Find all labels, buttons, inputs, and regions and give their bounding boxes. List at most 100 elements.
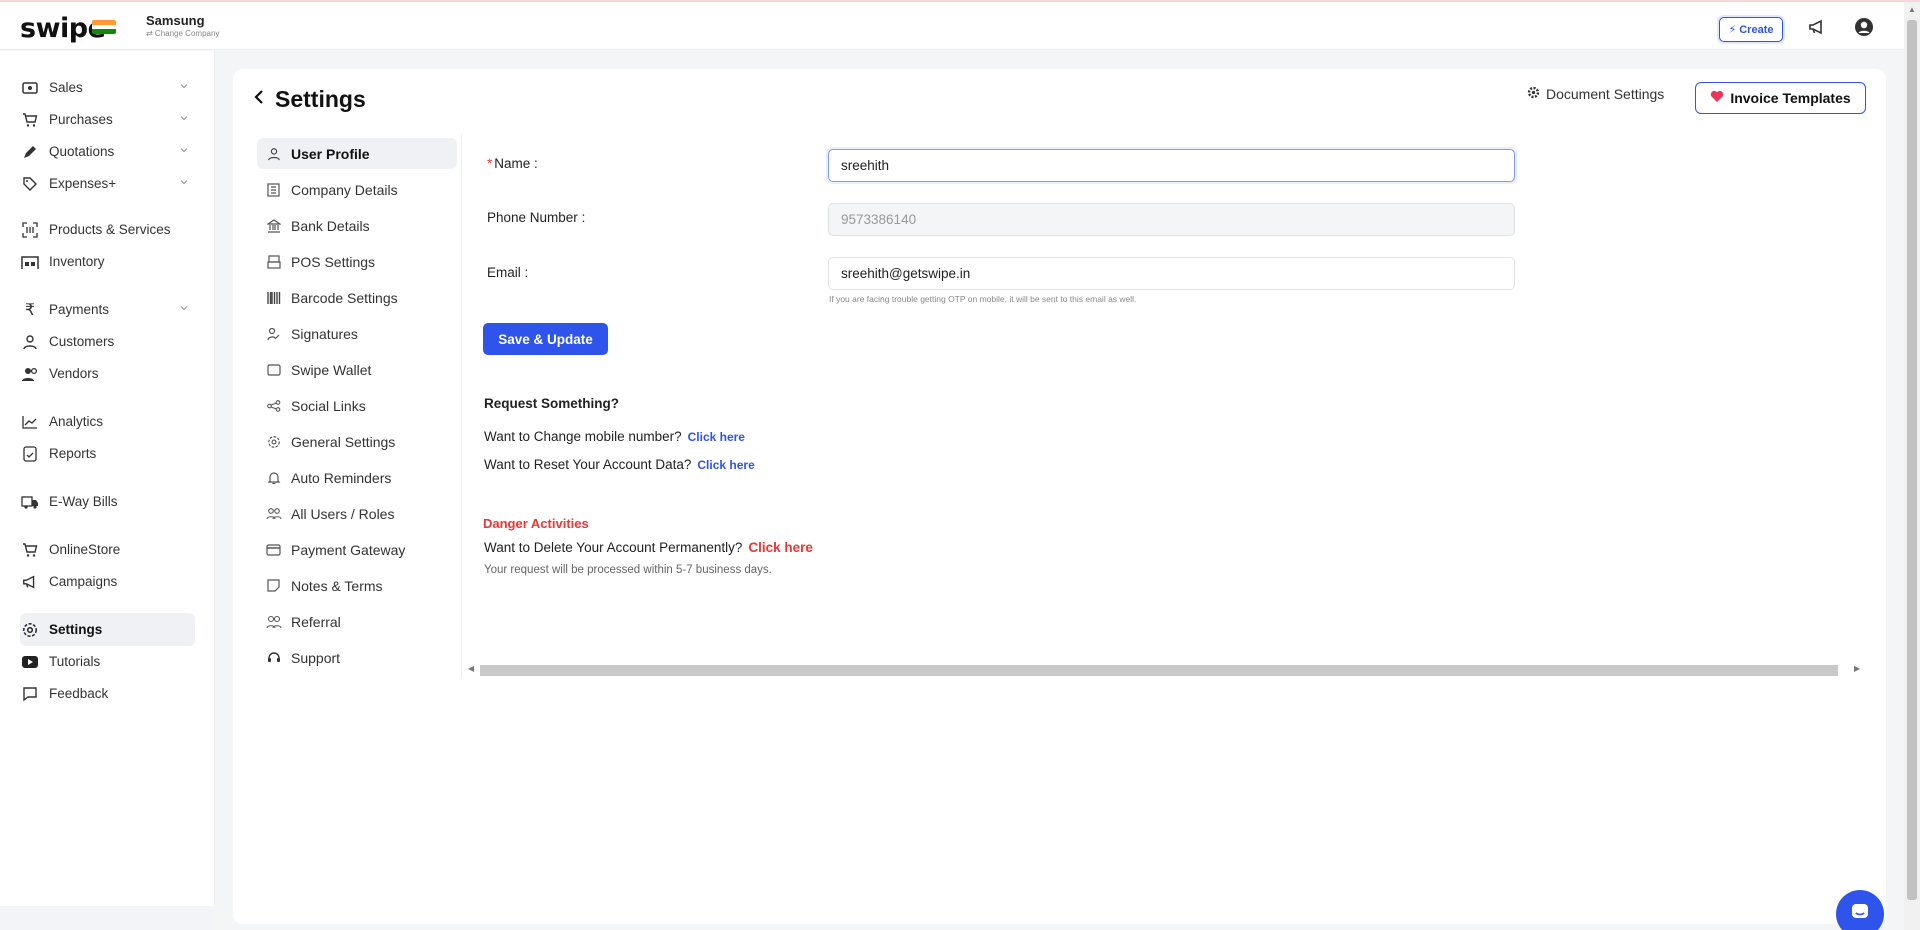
document-settings-link[interactable]: Document Settings — [1527, 86, 1664, 102]
settings-nav-referral[interactable]: Referral — [257, 606, 457, 637]
bell-icon — [265, 469, 282, 486]
settings-nav-company-details[interactable]: Company Details — [257, 174, 457, 205]
chat-support-button[interactable] — [1836, 890, 1884, 930]
scroll-right-icon[interactable]: ▶ — [1854, 664, 1860, 673]
settings-nav-general-settings[interactable]: General Settings — [257, 426, 457, 457]
chevron-down-icon — [179, 111, 189, 126]
sidebar-item-payments[interactable]: ₹ Payments — [20, 293, 195, 326]
sidebar-item-purchases[interactable]: Purchases — [20, 103, 195, 136]
settings-nav-notes-terms[interactable]: Notes & Terms — [257, 570, 457, 601]
tag-icon — [20, 174, 40, 194]
page-title: Settings — [275, 86, 366, 112]
sidebar-item-label: Tutorials — [49, 654, 101, 669]
back-chevron-icon[interactable] — [253, 89, 265, 110]
user-icon — [265, 145, 282, 162]
sidebar-item-sales[interactable]: Sales — [20, 71, 195, 104]
credit-card-icon — [265, 541, 282, 558]
page-header: Settings — [253, 86, 366, 113]
change-company-link[interactable]: ⇄ Change Company — [146, 29, 219, 38]
sidebar-item-onlinestore[interactable]: OnlineStore — [20, 533, 195, 566]
settings-nav-auto-reminders[interactable]: Auto Reminders — [257, 462, 457, 493]
sidebar-item-label: Feedback — [49, 686, 109, 701]
account-icon[interactable] — [1853, 16, 1875, 38]
scrollbar-thumb[interactable] — [480, 665, 1838, 676]
settings-nav-label: Signatures — [291, 325, 358, 342]
settings-nav-social-links[interactable]: Social Links — [257, 390, 457, 421]
sidebar-item-tutorials[interactable]: Tutorials — [20, 645, 195, 678]
change-mobile-link[interactable]: Click here — [688, 430, 745, 444]
sidebar-item-label: Sales — [49, 80, 83, 95]
settings-nav-label: Company Details — [291, 181, 398, 198]
settings-nav-bank-details[interactable]: Bank Details — [257, 210, 457, 241]
chart-icon — [20, 412, 40, 432]
report-icon — [20, 444, 40, 464]
settings-nav-label: All Users / Roles — [291, 505, 395, 522]
scroll-up-icon[interactable]: ▲ — [1908, 5, 1916, 14]
request-title: Request Something? — [484, 396, 620, 411]
megaphone-icon[interactable] — [1806, 16, 1828, 38]
company-name: Samsung — [146, 13, 205, 28]
name-input[interactable]: sreehith — [828, 149, 1515, 182]
sidebar-item-expenses[interactable]: Expenses+ — [20, 167, 195, 200]
sidebar-footer — [0, 906, 215, 930]
reset-data-link[interactable]: Click here — [697, 458, 754, 472]
settings-nav-pos-settings[interactable]: POS Settings — [257, 246, 457, 277]
sidebar-item-vendors[interactable]: Vendors — [20, 357, 195, 390]
settings-nav-label: Referral — [291, 613, 341, 630]
sidebar-item-settings[interactable]: Settings — [20, 613, 195, 646]
settings-nav-label: Support — [291, 649, 341, 666]
reset-data-text: Want to Reset Your Account Data? — [484, 457, 692, 472]
sidebar-item-label: Analytics — [49, 414, 104, 429]
processing-note: Your request will be processed within 5-… — [484, 564, 772, 576]
sidebar-item-campaigns[interactable]: Campaigns — [20, 565, 195, 598]
settings-nav-payment-gateway[interactable]: Payment Gateway — [257, 534, 457, 565]
settings-nav-label: Payment Gateway — [291, 541, 406, 558]
settings-nav-label: Swipe Wallet — [291, 361, 372, 378]
settings-nav-signatures[interactable]: Signatures — [257, 318, 457, 349]
sidebar-item-eway-bills[interactable]: E-Way Bills — [20, 485, 195, 518]
headset-icon — [265, 649, 282, 666]
cart-icon — [20, 110, 40, 130]
vertical-scrollbar[interactable]: ▲ — [1904, 2, 1920, 930]
email-label: Email : — [487, 265, 528, 280]
settings-nav-all-users-roles[interactable]: All Users / Roles — [257, 498, 457, 529]
sidebar-item-customers[interactable]: Customers — [20, 325, 195, 358]
sidebar-item-quotations[interactable]: Quotations — [20, 135, 195, 168]
email-input[interactable]: sreehith@getswipe.in — [828, 257, 1515, 290]
settings-nav-user-profile[interactable]: User Profile — [257, 138, 457, 169]
sidebar-item-analytics[interactable]: Analytics — [20, 405, 195, 438]
gear-icon — [20, 620, 40, 640]
save-update-button[interactable]: Save & Update — [483, 323, 608, 355]
settings-nav-label: Social Links — [291, 397, 366, 414]
company-switcher[interactable]: Samsung ⇄ Change Company — [146, 13, 219, 38]
sidebar-item-products-services[interactable]: Products & Services — [20, 213, 195, 246]
name-label: * Name : — [487, 156, 538, 171]
phone-label-text: Phone Number — [487, 210, 578, 225]
building-icon — [265, 181, 282, 198]
scroll-left-icon[interactable]: ◀ — [468, 664, 474, 673]
email-hint: If you are facing trouble getting OTP on… — [829, 294, 1137, 304]
sidebar-item-inventory[interactable]: Inventory — [20, 245, 195, 278]
chevron-down-icon — [179, 79, 189, 94]
change-mobile-row: Want to Change mobile number? Click here — [484, 429, 745, 444]
delete-account-link[interactable]: Click here — [748, 540, 813, 555]
warehouse-icon — [20, 252, 40, 272]
required-marker: * — [487, 156, 493, 171]
settings-nav-label: Notes & Terms — [291, 577, 383, 594]
settings-nav-swipe-wallet[interactable]: Swipe Wallet — [257, 354, 457, 385]
top-bar: swipe Samsung ⇄ Change Company ⚡ Create — [0, 0, 1920, 50]
invoice-templates-button[interactable]: Invoice Templates — [1695, 82, 1866, 114]
settings-nav-barcode-settings[interactable]: Barcode Settings — [257, 282, 457, 313]
sidebar-item-feedback[interactable]: Feedback — [20, 677, 195, 710]
horizontal-scrollbar[interactable]: ◀ ▶ — [466, 662, 1866, 678]
create-button[interactable]: ⚡ Create — [1719, 17, 1783, 42]
label-colon: : — [577, 210, 586, 225]
megaphone-icon — [20, 572, 40, 592]
chevron-down-icon — [179, 175, 189, 190]
scrollbar-thumb[interactable] — [1907, 20, 1917, 900]
content-divider — [461, 133, 462, 678]
sidebar-item-reports[interactable]: Reports — [20, 437, 195, 470]
sidebar-item-label: Quotations — [49, 144, 115, 159]
settings-nav-support[interactable]: Support — [257, 642, 457, 673]
sidebar-item-label: Settings — [49, 622, 103, 637]
